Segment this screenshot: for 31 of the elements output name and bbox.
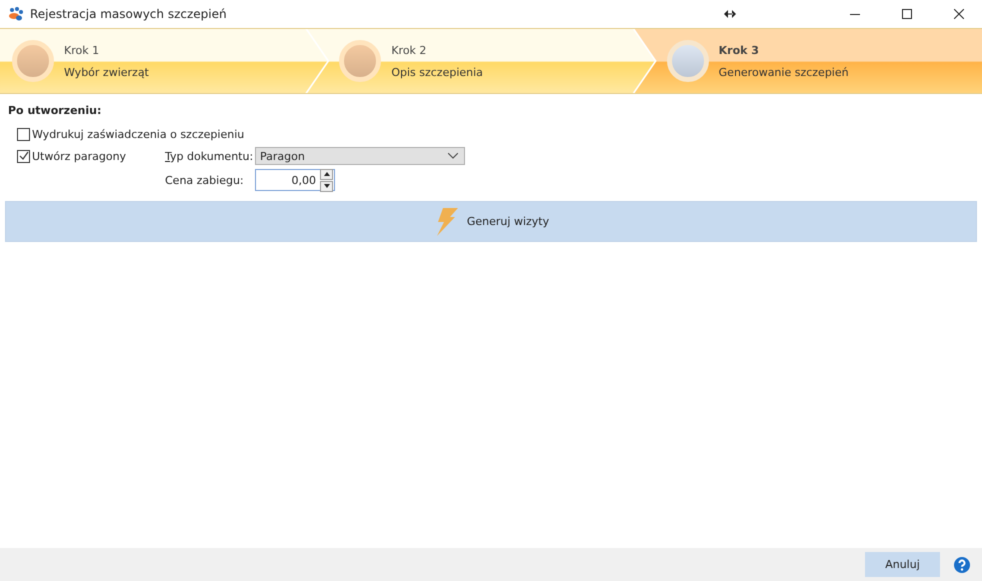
checkmark-icon: [18, 151, 28, 161]
chevron-down-icon: [448, 153, 458, 159]
down-arrow-icon: [324, 184, 330, 188]
maximize-icon: [902, 9, 912, 19]
field-label: Cena zabiegu:: [165, 174, 245, 186]
option-checkbox[interactable]: Wydrukuj zaświadczenia o szczepieniu: [17, 128, 244, 140]
help-icon[interactable]: [954, 556, 970, 572]
step-circle-icon: [666, 40, 709, 82]
cancel-button[interactable]: Anuluj: [865, 552, 940, 577]
window-title: Rejestracja masowych szczepień: [30, 7, 228, 21]
generate-button[interactable]: Generuj wizyty: [5, 201, 977, 242]
up-arrow-icon: [324, 172, 330, 176]
option-checkbox[interactable]: Utwórz paragony: [17, 150, 165, 162]
step-subtitle: Wybór zwierząt: [64, 66, 149, 78]
app-logo-icon: [8, 7, 24, 21]
step-subtitle: Opis szczepienia: [391, 66, 483, 78]
step-subtitle: Generowanie szczepień: [718, 66, 849, 78]
price-spin-field[interactable]: 0,00: [255, 169, 335, 191]
step-circle-icon: [339, 40, 382, 82]
wizard-step[interactable]: Krok 3 Generowanie szczepień: [634, 29, 982, 93]
step-title: Krok 1: [64, 44, 100, 56]
section-heading: Po utworzeniu:: [8, 104, 102, 117]
close-icon: [954, 9, 964, 19]
field-label: Typ dokumentu:: [165, 150, 254, 162]
step-title: Krok 2: [391, 44, 428, 56]
step-circle-icon: [12, 40, 54, 82]
wizard-step[interactable]: Krok 1 Wybór zwierząt: [0, 29, 328, 93]
document-type-dropdown[interactable]: Paragon: [255, 147, 465, 165]
wizard-step[interactable]: Krok 2 Opis szczepienia: [307, 29, 655, 93]
resize-arrows-icon: [724, 10, 736, 18]
step-title: Krok 3: [718, 44, 760, 56]
